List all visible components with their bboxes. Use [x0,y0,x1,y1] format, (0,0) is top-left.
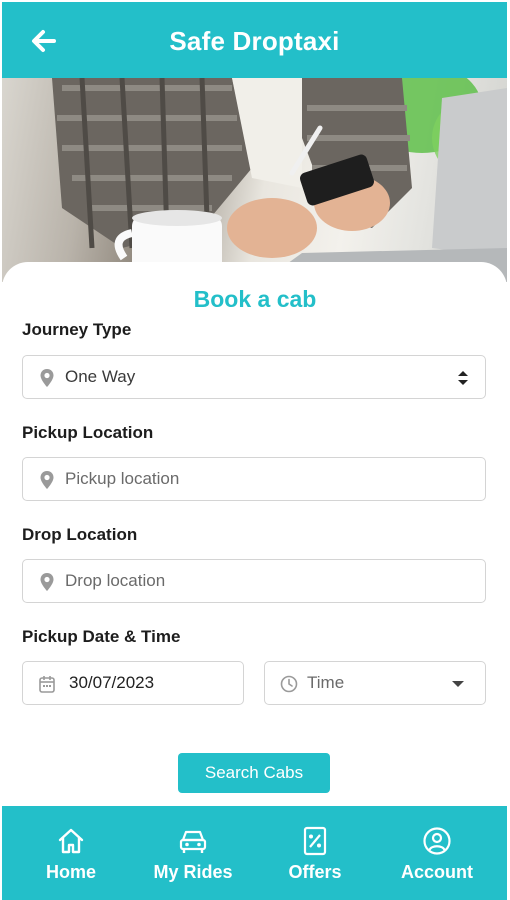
hero-image [2,78,507,282]
journey-type-value: One Way [65,367,136,386]
nav-label-account: Account [401,862,473,882]
pickup-location-input[interactable]: Pickup location [22,457,486,501]
nav-label-offers: Offers [288,862,342,882]
pickup-time-select[interactable]: Time [264,661,486,705]
pickup-time-placeholder: Time [307,673,345,692]
app-header: Safe Droptaxi [2,2,507,78]
nav-label-home: Home [45,862,96,882]
percent-tag-icon [303,826,327,856]
bottom-nav: Home My Rides Offers Account [2,806,507,900]
nav-item-my-rides[interactable]: My Rides [130,806,256,900]
pickup-location-label: Pickup Location [22,423,154,442]
booking-form-title: Book a cab [193,286,317,312]
location-pin-icon [40,573,54,591]
car-icon [179,830,207,853]
caret-down-icon [452,681,464,687]
nav-item-account[interactable]: Account [374,806,500,900]
clock-icon [280,675,298,693]
journey-type-select[interactable]: One Way [22,355,486,399]
pickup-date-value: 30/07/2023 [69,673,155,692]
page-title: Safe Droptaxi [169,26,340,56]
location-pin-icon [40,471,54,489]
drop-location-placeholder: Drop location [65,571,166,590]
journey-type-label: Journey Type [22,320,132,339]
nav-label-my-rides: My Rides [153,862,233,882]
search-cabs-button[interactable]: Search Cabs [178,753,330,793]
nav-item-home[interactable]: Home [8,806,134,900]
home-icon [58,828,84,854]
drop-location-label: Drop Location [22,525,138,544]
drop-location-input[interactable]: Drop location [22,559,486,603]
pickup-location-placeholder: Pickup location [65,469,180,488]
location-pin-icon [40,369,54,387]
user-circle-icon [423,827,451,855]
pickup-datetime-label: Pickup Date & Time [22,627,181,646]
calendar-icon [39,676,55,693]
pickup-date-input[interactable]: 30/07/2023 [22,661,244,705]
nav-item-offers[interactable]: Offers [252,806,378,900]
sort-arrows-icon [458,371,468,385]
